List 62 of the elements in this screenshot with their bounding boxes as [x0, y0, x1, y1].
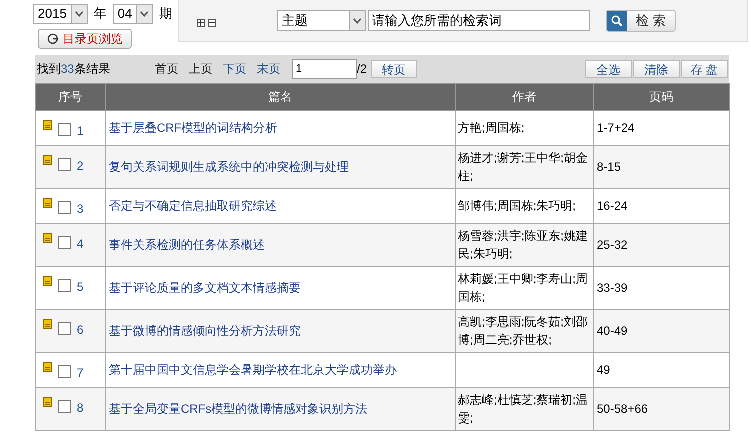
collapse-icon[interactable] — [208, 18, 216, 26]
article-title-link[interactable]: 基于微博的情感倾向性分析方法研究 — [109, 324, 301, 338]
search-icon — [607, 10, 627, 30]
row-number: 1 — [77, 123, 84, 140]
author-text: 杨雪蓉;洪宇;陈亚东;姚建民;朱巧明; — [458, 229, 588, 261]
action-button[interactable]: 清除 — [633, 60, 680, 78]
action-button[interactable]: 存 盘 — [681, 60, 728, 78]
page-range: 50-58+66 — [597, 402, 648, 416]
author-text: 邹博伟;周国栋;朱巧明; — [458, 199, 576, 213]
row-checkbox[interactable] — [58, 322, 71, 335]
issue-label: 期 — [159, 5, 172, 24]
expand-icon[interactable] — [197, 18, 205, 26]
author-text: 杨进才;谢芳;王中华;胡金柱; — [458, 151, 588, 183]
row-checkbox[interactable] — [58, 201, 71, 214]
pager-link[interactable]: 下页 — [223, 60, 247, 78]
page-input[interactable]: 1 — [292, 59, 357, 79]
row-number: 7 — [77, 365, 84, 382]
author-text: 郝志峰;杜慎芝;蔡瑞初;温雯; — [458, 393, 588, 425]
author-text: 高凯;李思雨;阮冬茹;刘邵博;周二亮;乔世权; — [458, 315, 588, 347]
row-number: 3 — [77, 201, 84, 218]
issue-select[interactable]: 04 — [112, 4, 154, 24]
column-header: 页码 — [594, 84, 730, 110]
article-title-link[interactable]: 基于层叠CRF模型的词结构分析 — [109, 121, 278, 135]
column-header: 篇名 — [106, 84, 456, 110]
row-checkbox[interactable] — [58, 236, 71, 249]
search-button[interactable]: 检 索 — [606, 10, 676, 32]
row-number: 5 — [77, 279, 84, 296]
page-range: 16-24 — [597, 199, 628, 213]
row-number: 2 — [77, 158, 84, 175]
page-range: 8-15 — [597, 160, 622, 174]
row-number: 4 — [77, 236, 84, 253]
page-range: 25-32 — [597, 238, 628, 252]
row-checkbox[interactable] — [58, 158, 71, 171]
page-range: 33-39 — [597, 281, 628, 295]
column-header: 作者 — [456, 84, 594, 110]
article-title-link[interactable]: 基于评论质量的多文档文本情感摘要 — [109, 281, 301, 295]
pager-link[interactable]: 首页 — [155, 60, 179, 78]
author-text: 方艳;周国栋; — [458, 121, 525, 135]
year-label: 年 — [94, 5, 107, 24]
article-title-link[interactable]: 否定与不确定信息抽取研究综述 — [109, 199, 277, 213]
article-title-link[interactable]: 事件关系检测的任务体系概述 — [109, 238, 265, 252]
row-number: 6 — [77, 322, 84, 339]
action-button[interactable]: 全选 — [585, 60, 632, 78]
year-select[interactable]: 2015 — [33, 4, 88, 24]
author-text: 林莉媛;王中卿;李寿山;周国栋; — [458, 272, 588, 304]
page-range: 1-7+24 — [597, 121, 635, 135]
search-input[interactable]: 请输入您所需的检索词 — [368, 10, 590, 31]
row-checkbox[interactable] — [58, 400, 71, 413]
page-range: 40-49 — [597, 324, 628, 338]
page-range: 49 — [597, 363, 610, 377]
browse-toc-button[interactable]: 目录页浏览 — [38, 29, 132, 49]
row-number: 8 — [77, 400, 84, 417]
pager-link[interactable]: 上页 — [189, 60, 213, 78]
field-select[interactable]: 主题 — [277, 10, 366, 31]
pager-link[interactable]: 末页 — [257, 60, 281, 78]
row-checkbox[interactable] — [58, 279, 71, 292]
result-count: 找到33条结果 — [37, 61, 112, 78]
row-checkbox[interactable] — [58, 123, 71, 136]
column-header: 序号 — [36, 84, 106, 110]
row-checkbox[interactable] — [58, 365, 71, 378]
page-total: /2 — [357, 61, 368, 78]
go-page-button[interactable]: 转页 — [371, 60, 418, 78]
